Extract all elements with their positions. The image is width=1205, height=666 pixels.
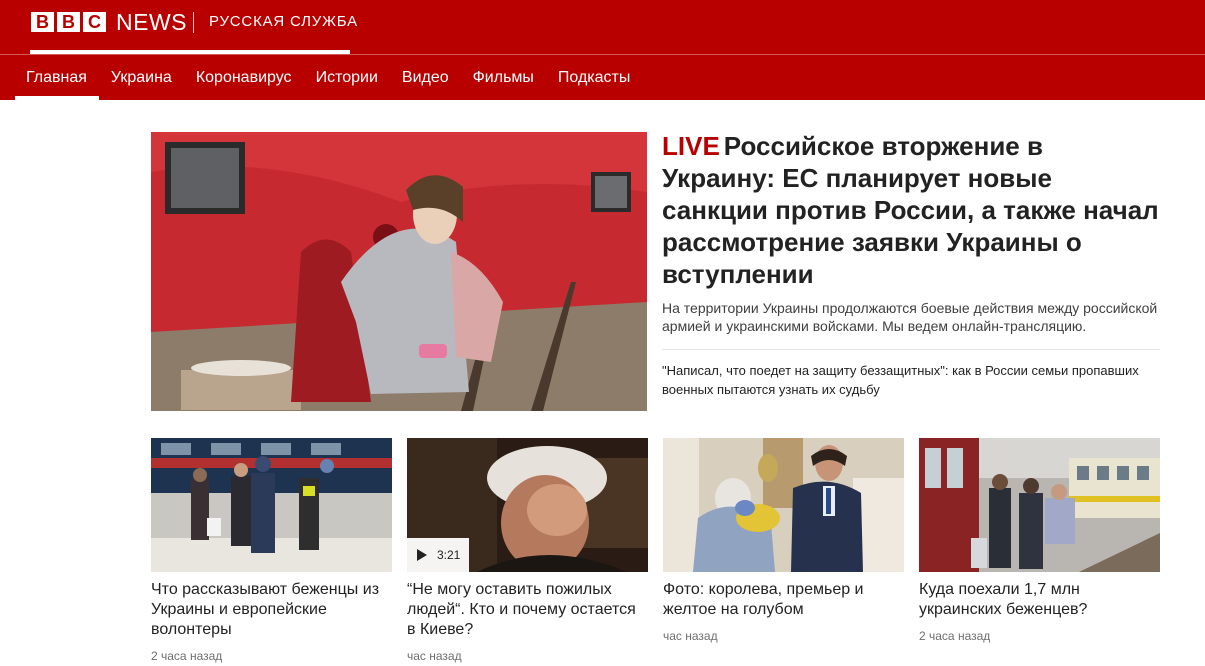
story-card-image[interactable] <box>663 438 904 572</box>
story-card-image[interactable] <box>151 438 392 572</box>
story-card-time: 2 часа назад <box>151 649 223 663</box>
story-card-title[interactable]: Фото: королева, премьер и желтое на голу… <box>663 580 904 620</box>
story-card-image[interactable] <box>919 438 1160 572</box>
story-card-time: час назад <box>663 629 718 643</box>
story-card[interactable]: Фото: королева, премьер и желтое на голу… <box>663 438 904 643</box>
nav-item-stories[interactable]: Истории <box>304 56 390 100</box>
related-story-link[interactable]: "Написал, что поедет на защиту беззащитн… <box>662 361 1158 399</box>
bbc-logo-block: B <box>31 12 54 32</box>
service-name[interactable]: РУССКАЯ СЛУЖБА <box>209 13 358 31</box>
bbc-logo[interactable]: B B C <box>31 12 106 32</box>
brand-underline <box>30 50 350 54</box>
story-card[interactable]: Куда поехали 1,7 млн украинских беженцев… <box>919 438 1160 643</box>
story-card-time: час назад <box>407 649 462 663</box>
bbc-logo-block: C <box>83 12 106 32</box>
hero-story: LIVE Российское вторжение в Украину: ЕС п… <box>662 130 1162 399</box>
brand-bar: B B C NEWS РУССКАЯ СЛУЖБА <box>0 0 1205 55</box>
story-card[interactable]: 3:21 “Не могу оставить пожилых людей“. К… <box>407 438 648 663</box>
nav-item-ukraine[interactable]: Украина <box>99 56 184 100</box>
news-wordmark[interactable]: NEWS <box>116 9 187 35</box>
story-card-image[interactable]: 3:21 <box>407 438 648 572</box>
video-duration: 3:21 <box>437 548 461 562</box>
video-duration-badge[interactable]: 3:21 <box>407 538 469 572</box>
nav-item-video[interactable]: Видео <box>390 56 461 100</box>
live-badge: LIVE <box>662 131 720 161</box>
main-nav: Главная Украина Коронавирус Истории Виде… <box>14 56 642 100</box>
hero-divider <box>662 349 1160 350</box>
nav-item-podcasts[interactable]: Подкасты <box>546 56 642 100</box>
site-header: B B C NEWS РУССКАЯ СЛУЖБА Главная Украин… <box>0 0 1205 100</box>
bbc-logo-block: B <box>57 12 80 32</box>
hero-summary: На территории Украины продолжаются боевы… <box>662 300 1158 334</box>
hero-headline-text[interactable]: Российское вторжение в Украину: ЕС плани… <box>662 131 1159 289</box>
hero-headline[interactable]: LIVE Российское вторжение в Украину: ЕС п… <box>662 130 1162 290</box>
story-card[interactable]: Что рассказывают беженцы из Украины и ев… <box>151 438 392 663</box>
brand-divider <box>193 12 194 33</box>
story-card-title[interactable]: “Не могу оставить пожилых людей“. Кто и … <box>407 580 648 640</box>
nav-item-films[interactable]: Фильмы <box>461 56 546 100</box>
hero-image[interactable] <box>151 132 647 411</box>
story-card-title[interactable]: Что рассказывают беженцы из Украины и ев… <box>151 580 392 640</box>
nav-item-coronavirus[interactable]: Коронавирус <box>184 56 304 100</box>
nav-item-home[interactable]: Главная <box>14 56 99 100</box>
play-icon <box>417 549 427 561</box>
story-card-title[interactable]: Куда поехали 1,7 млн украинских беженцев… <box>919 580 1160 620</box>
story-card-time: 2 часа назад <box>919 629 991 643</box>
